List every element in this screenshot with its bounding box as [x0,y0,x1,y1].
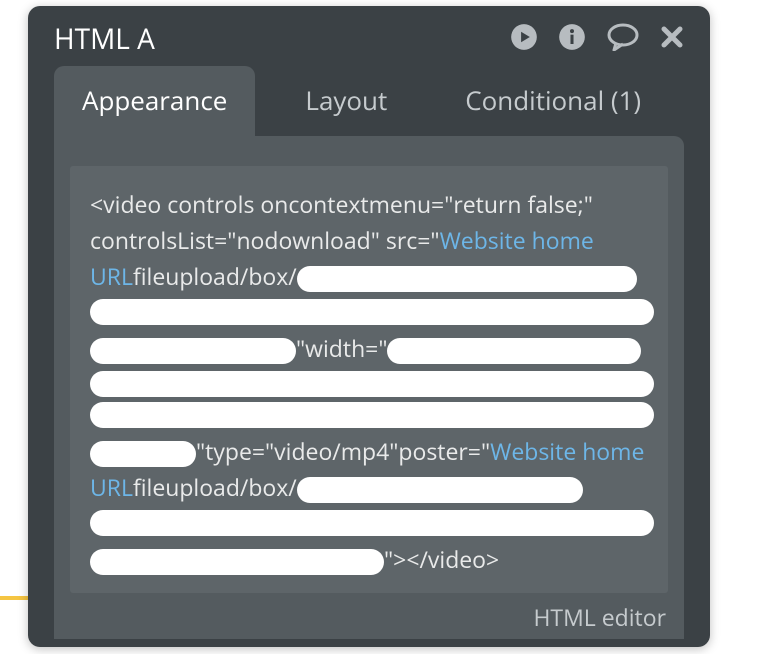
redaction [90,338,296,364]
redaction [90,510,654,536]
tab-appearance[interactable]: Appearance [54,66,255,136]
redaction [387,338,641,364]
redaction [90,441,196,467]
redaction [90,299,654,325]
properties-panel: HTML A Appearance Layout Conditional (1)… [28,6,710,647]
comment-icon[interactable] [606,23,640,56]
code-text: "width=" [296,332,387,364]
redaction [90,549,384,575]
panel-title: HTML A [54,20,155,58]
redaction [297,477,583,503]
info-icon[interactable] [558,23,586,56]
tab-conditional[interactable]: Conditional (1) [437,66,669,136]
redaction [297,266,637,292]
background-streak [0,596,30,600]
code-text: "type="video/mp4"poster=" [196,435,490,467]
html-editor-link[interactable]: HTML editor [533,601,666,633]
tab-body: <video controls oncontextmenu="return fa… [54,136,684,639]
redaction [90,402,654,428]
panel-header: HTML A [28,6,710,66]
header-icon-group [510,23,684,56]
play-icon[interactable] [510,23,538,56]
code-text: fileupload/box/ [133,260,297,292]
code-text: "></video> [384,543,499,575]
close-icon[interactable] [660,25,684,54]
code-text: fileupload/box/ [133,471,297,503]
redaction [90,371,654,397]
tab-bar: Appearance Layout Conditional (1) [28,66,710,136]
tab-layout[interactable]: Layout [277,66,415,136]
html-code-input[interactable]: <video controls oncontextmenu="return fa… [70,166,668,593]
editor-footer: HTML editor [54,593,684,639]
